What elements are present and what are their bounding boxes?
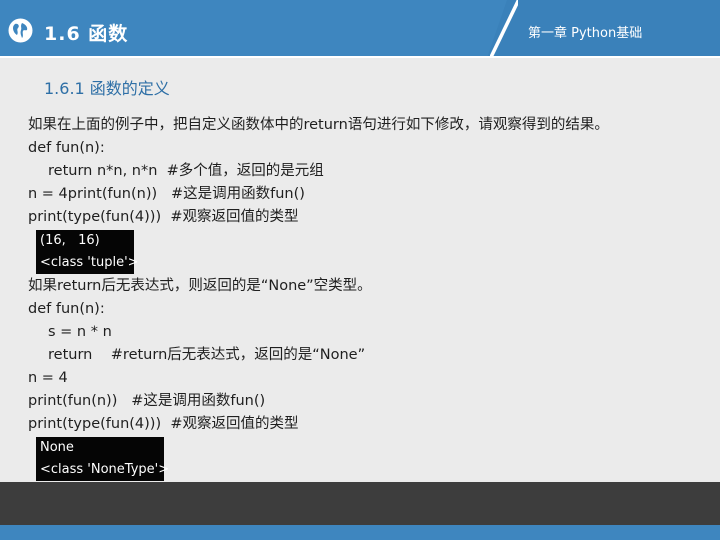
- header-divider: [490, 0, 518, 58]
- code-line: print(fun(n)) #这是调用函数fun(): [28, 393, 266, 409]
- code-line: n = 4: [28, 370, 68, 386]
- code-line: return n*n, n*n #多个值，返回的是元组: [48, 163, 324, 179]
- header-bottom-line: [0, 56, 720, 58]
- output-line: None: [40, 440, 74, 455]
- header-bar: 1.6 函数 第一章 Python基础: [0, 0, 720, 58]
- output-line: <class 'tuple'>: [40, 255, 139, 270]
- paragraph-intro-1: 如果在上面的例子中，把自定义函数体中的return语句进行如下修改，请观察得到的…: [28, 117, 609, 133]
- code-line: return #return后无表达式，返回的是“None”: [48, 347, 366, 363]
- code-line: n = 4print(fun(n)) #这是调用函数fun(): [28, 186, 305, 202]
- subsection-title: 1.6.1 函数的定义: [44, 79, 170, 98]
- console-output-none: None <class 'NoneType'>: [36, 437, 170, 481]
- code-line: print(type(fun(4))) #观察返回值的类型: [28, 209, 299, 225]
- code-line: print(type(fun(4))) #观察返回值的类型: [28, 416, 299, 432]
- footer-blue-band: [0, 525, 720, 540]
- paragraph-intro-2: 如果return后无表达式，则返回的是“None”空类型。: [28, 278, 372, 294]
- code-line: def fun(n):: [28, 140, 105, 156]
- code-line: def fun(n):: [28, 301, 105, 317]
- globe-icon: [8, 18, 33, 43]
- footer-dark-band: [0, 482, 720, 525]
- output-line: (16, 16): [40, 233, 100, 248]
- output-line: <class 'NoneType'>: [40, 462, 170, 477]
- section-title: 1.6 函数: [44, 23, 129, 45]
- code-line: s = n * n: [48, 324, 112, 340]
- console-output-tuple: (16, 16) <class 'tuple'>: [36, 230, 139, 274]
- chapter-title: 第一章 Python基础: [528, 26, 643, 41]
